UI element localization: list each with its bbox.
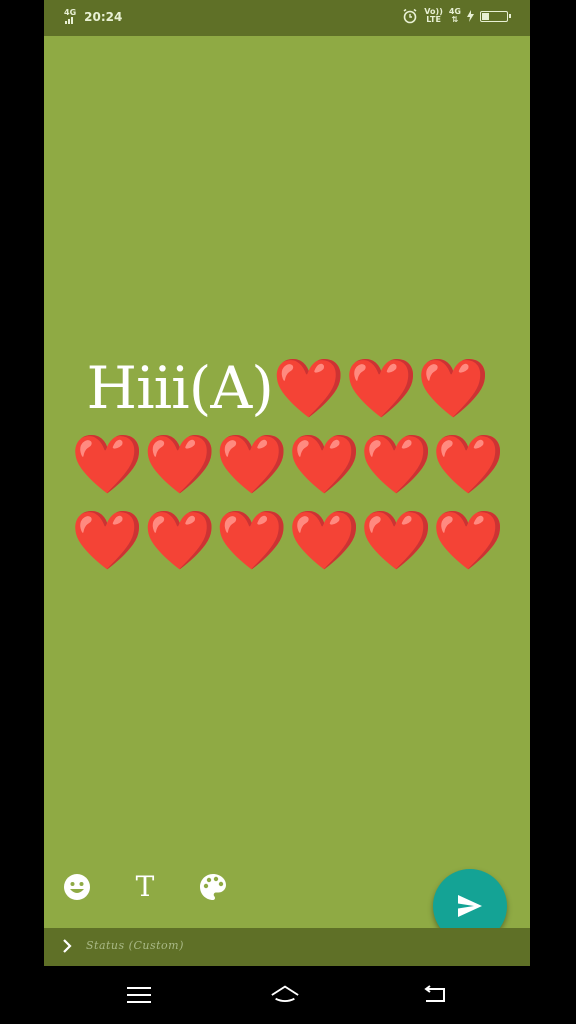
send-icon bbox=[458, 895, 482, 917]
back-button[interactable] bbox=[420, 982, 450, 1008]
status-text-input[interactable]: Hiii(A)❤️❤️❤️❤️❤️❤️❤️❤️❤️❤️❤️❤️❤️❤️❤️ bbox=[68, 350, 508, 578]
home-button[interactable] bbox=[270, 982, 300, 1008]
battery-icon: 27 bbox=[480, 10, 511, 22]
smiley-icon bbox=[64, 874, 90, 900]
clock: 20:24 bbox=[84, 9, 123, 24]
navigation-bar bbox=[0, 966, 576, 1024]
caption-bar: Status (Custom) bbox=[44, 928, 530, 966]
menu-button[interactable] bbox=[124, 982, 154, 1008]
chevron-right-icon[interactable] bbox=[62, 938, 72, 954]
system-status-bar: 4G 20:24 Vo)) LTE 4G ⇅ 27 bbox=[44, 0, 530, 36]
back-icon bbox=[424, 985, 445, 1002]
text-icon: T bbox=[135, 870, 155, 903]
editor-toolbar: T bbox=[62, 872, 228, 902]
caption-input[interactable]: Status (Custom) bbox=[86, 939, 184, 952]
status-text: Hiii(A) bbox=[86, 354, 273, 422]
cellular-signal-icon: 4G bbox=[64, 9, 76, 24]
status-editor-screen: 4G 20:24 Vo)) LTE 4G ⇅ 27 Hiii(A)❤️❤️❤️❤… bbox=[44, 0, 530, 966]
alarm-icon bbox=[403, 8, 417, 24]
background-color-button[interactable] bbox=[198, 872, 228, 902]
emoji-button[interactable] bbox=[62, 872, 92, 902]
text-style-button[interactable]: T bbox=[130, 872, 160, 902]
volte-icon: Vo)) LTE bbox=[424, 7, 443, 24]
charging-icon bbox=[467, 10, 474, 22]
mobile-data-icon: 4G ⇅ bbox=[448, 7, 461, 24]
palette-icon bbox=[200, 874, 226, 900]
home-icon bbox=[271, 985, 299, 1003]
menu-icon bbox=[127, 987, 151, 1003]
